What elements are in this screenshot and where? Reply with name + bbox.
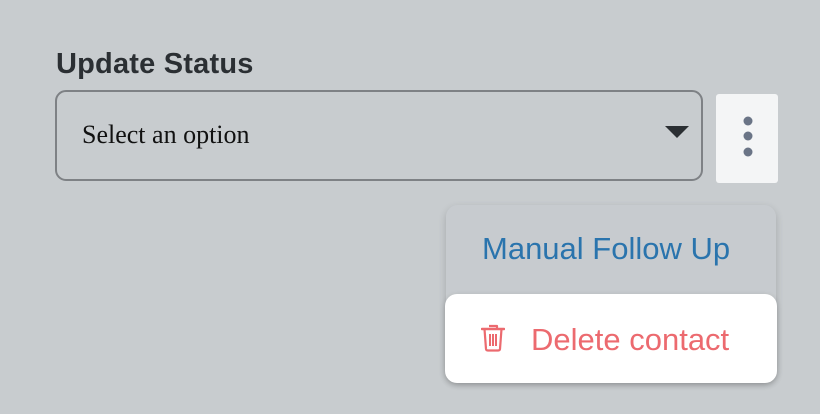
- menu-item-label: Delete contact: [531, 322, 730, 357]
- status-select[interactable]: Select an option: [55, 90, 703, 181]
- more-options-button[interactable]: [716, 94, 778, 183]
- more-vertical-icon: [743, 116, 753, 157]
- menu-item-label: Manual Follow Up: [482, 231, 731, 266]
- menu-item-delete-contact[interactable]: Delete contact: [445, 294, 777, 383]
- trash-icon: [481, 324, 505, 352]
- menu-item-manual-follow-up[interactable]: Manual Follow Up: [446, 205, 776, 293]
- update-status-label: Update Status: [56, 48, 254, 80]
- actions-dropdown-menu: Manual Follow Up Delete contact: [445, 205, 777, 383]
- select-value: Select an option: [82, 120, 250, 149]
- caret-down-icon: [665, 126, 689, 138]
